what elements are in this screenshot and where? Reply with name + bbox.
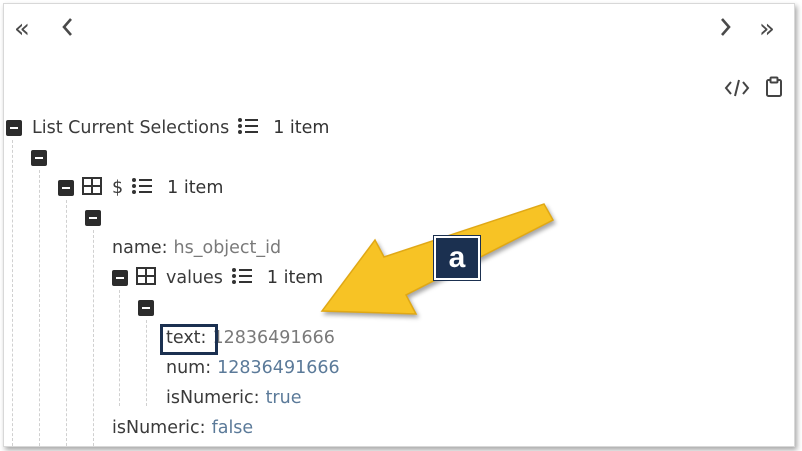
annotation-arrow [320,203,555,315]
json-viewer-panel: « » List Current Selections 1 item $ 1 i… [3,3,795,447]
annotation-badge: a [434,236,480,280]
